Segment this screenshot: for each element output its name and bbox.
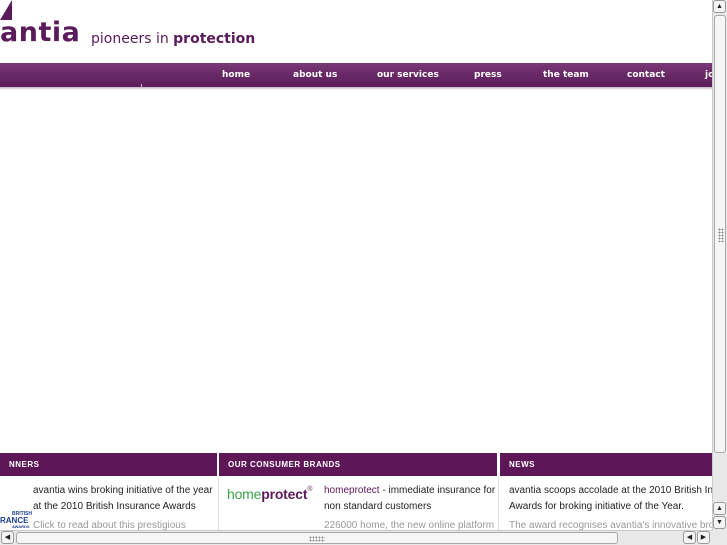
tagline-strong: protection <box>173 31 256 47</box>
brands-text-rest: - immediate insurance for <box>379 485 496 496</box>
brands-text-line3: 226000 home, the new online platform <box>324 520 495 530</box>
winners-heading: NNERS <box>0 453 217 476</box>
winners-text[interactable]: avantia wins broking initiative of the y… <box>33 483 217 530</box>
winners-text-line3: Click to read about this prestigious <box>33 520 186 530</box>
nav-our-services[interactable]: our services <box>377 69 439 81</box>
scroll-down-arrow-icon[interactable]: ▼ <box>713 516 726 529</box>
homeprotect-logo-protect: protect <box>261 486 308 502</box>
scroll-left-arrow-icon[interactable]: ◀ <box>1 531 14 544</box>
scroll-up-arrow-icon[interactable]: ▲ <box>713 502 726 515</box>
scroll-left-arrow-icon[interactable]: ◀ <box>683 531 696 544</box>
nav-about-us[interactable]: about us <box>293 69 337 81</box>
column-divider <box>218 478 219 530</box>
main-nav: home about us our services press the tea… <box>0 63 712 90</box>
column-divider <box>498 478 499 530</box>
grip-icon <box>309 536 325 542</box>
page-viewport: antia pioneers in protection home about … <box>0 0 712 530</box>
nav-contact[interactable]: contact <box>627 69 665 81</box>
scroll-up-arrow-icon[interactable]: ▲ <box>713 0 726 13</box>
homeprotect-logo-home: home <box>227 486 262 502</box>
tagline: pioneers in protection <box>91 32 255 46</box>
winners-text-line1: avantia wins broking initiative of the y… <box>33 485 213 496</box>
homeprotect-logo[interactable]: homeprotect® <box>227 486 312 502</box>
homeprotect-link[interactable]: homeprotect <box>324 485 380 496</box>
insurance-awards-logo: BRITISH RANCE AWARDS <box>0 512 32 529</box>
brands-text-line2: non standard customers <box>324 500 432 512</box>
brands-text: homeprotect - immediate insurance for no… <box>324 483 499 530</box>
logo-text[interactable]: antia <box>0 19 80 46</box>
nav-home[interactable]: home <box>222 69 250 81</box>
nav-jobs[interactable]: jo <box>705 69 712 81</box>
grip-icon <box>718 228 724 242</box>
nav-shadow-mark <box>141 84 142 88</box>
nav-press[interactable]: press <box>474 69 502 81</box>
news-text-line1: avantia scoops accolade at the 2010 Brit… <box>509 485 712 496</box>
horizontal-scroll-thumb[interactable] <box>16 532 618 544</box>
vertical-scroll-thumb[interactable] <box>714 15 726 453</box>
news-text-line3: The award recognises avantia's innovativ… <box>509 520 712 530</box>
trademark-symbol: ® <box>307 486 313 493</box>
news-heading: NEWS <box>500 453 712 476</box>
brands-text-line1: homeprotect - immediate insurance for <box>324 483 499 499</box>
scroll-right-arrow-icon[interactable]: ▶ <box>697 531 710 544</box>
horizontal-scrollbar[interactable]: ◀ ◀ ▶ <box>0 530 712 545</box>
scrollbar-corner <box>712 530 727 545</box>
tagline-prefix: pioneers in <box>91 31 174 47</box>
brands-heading: OUR CONSUMER BRANDS <box>219 453 497 476</box>
nav-the-team[interactable]: the team <box>543 69 589 81</box>
vertical-scrollbar[interactable]: ▲ ▲ ▼ <box>712 0 727 530</box>
winners-text-line2: at the 2010 British Insurance Awards <box>33 500 196 512</box>
news-text[interactable]: avantia scoops accolade at the 2010 Brit… <box>509 483 712 530</box>
award-logo-line3: AWARDS <box>12 524 30 529</box>
news-text-line2: Awards for broking initiative of the Yea… <box>509 500 684 512</box>
